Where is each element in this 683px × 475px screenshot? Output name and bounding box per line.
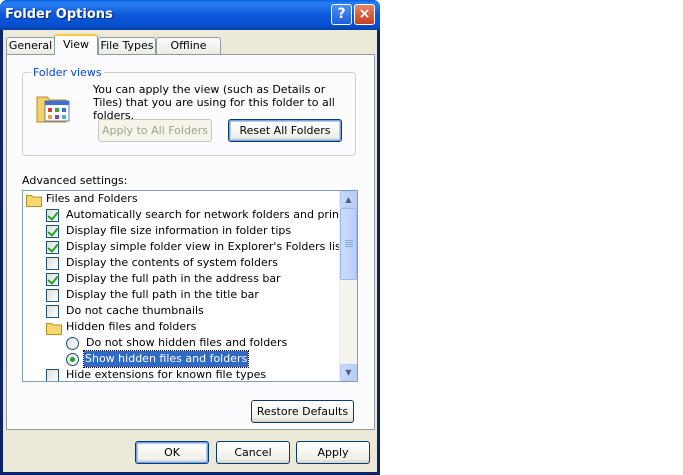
tab-offline-files[interactable]: Offline Files — [156, 37, 221, 68]
folder-views-description: You can apply the view (such as Details … — [93, 83, 335, 122]
list-item-label: Hidden files and folders — [66, 320, 197, 333]
folder-view-icon — [36, 96, 70, 123]
help-icon[interactable]: ? — [331, 4, 352, 25]
scroll-up-icon[interactable]: ▲ — [340, 191, 357, 208]
tab-view[interactable]: View — [54, 34, 98, 55]
window-title: Folder Options — [5, 7, 113, 22]
checkbox[interactable] — [46, 305, 59, 318]
cancel-button[interactable]: Cancel — [216, 441, 290, 464]
grip-line — [345, 246, 353, 247]
grip-line — [345, 240, 353, 241]
checkbox[interactable] — [46, 257, 59, 270]
folder-views-label: Folder views — [31, 66, 104, 79]
list-item-label: Display the full path in the title bar — [66, 288, 259, 301]
apply-to-all-folders-button[interactable]: Apply to All Folders — [98, 119, 212, 142]
tab-file-types[interactable]: File Types — [98, 37, 156, 54]
grip-line — [345, 244, 353, 245]
folder-options-dialog: Folder Options ? × General View File Typ… — [0, 0, 380, 475]
view-tab-panel: Folder views You can apply the view (suc… — [6, 54, 375, 430]
folder-views-group: Folder views You can apply the view (suc… — [22, 66, 356, 156]
list-item-label: Hide extensions for known file types — [66, 368, 267, 381]
list-item-label: Display simple folder view in Explorer's… — [66, 240, 346, 253]
dialog-client-area: General View File Types Offline Files Fo… — [3, 30, 377, 472]
restore-defaults-button[interactable]: Restore Defaults — [251, 400, 354, 423]
folder-icon — [46, 323, 62, 335]
list-item-label: Automatically search for network folders… — [66, 208, 358, 221]
checkbox[interactable] — [46, 273, 59, 286]
grip-line — [345, 242, 353, 243]
ok-button[interactable]: OK — [135, 441, 209, 464]
tab-general[interactable]: General — [6, 37, 55, 54]
list-item-label: Do not show hidden files and folders — [86, 336, 288, 349]
radio-button[interactable] — [66, 337, 79, 350]
checkbox[interactable] — [46, 369, 59, 381]
list-item-label: Display the contents of system folders — [66, 256, 278, 269]
checkbox[interactable] — [46, 289, 59, 302]
folder-icon — [26, 195, 42, 207]
advanced-settings-list[interactable]: Files and Folders Automatically search f… — [22, 190, 358, 382]
list-item-label: Do not cache thumbnails — [66, 304, 204, 317]
advanced-settings-label: Advanced settings: — [22, 174, 128, 187]
apply-button[interactable]: Apply — [296, 441, 370, 464]
title-bar[interactable]: Folder Options ? × — [0, 0, 380, 30]
radio-button[interactable] — [66, 353, 79, 366]
list-item-label: Files and Folders — [46, 192, 138, 205]
checkbox[interactable] — [46, 209, 59, 222]
checkbox[interactable] — [46, 241, 59, 254]
reset-all-folders-button[interactable]: Reset All Folders — [228, 119, 342, 142]
checkbox[interactable] — [46, 225, 59, 238]
scroll-down-icon[interactable]: ▼ — [340, 364, 357, 381]
vertical-scrollbar[interactable]: ▲ ▼ — [339, 191, 357, 381]
list-item-label: Display the full path in the address bar — [66, 272, 281, 285]
scrollbar-thumb[interactable] — [340, 208, 357, 280]
list-item-label: Display file size information in folder … — [66, 224, 292, 237]
close-icon[interactable]: × — [354, 4, 375, 25]
list-item-label: Show hidden files and folders — [82, 350, 250, 368]
